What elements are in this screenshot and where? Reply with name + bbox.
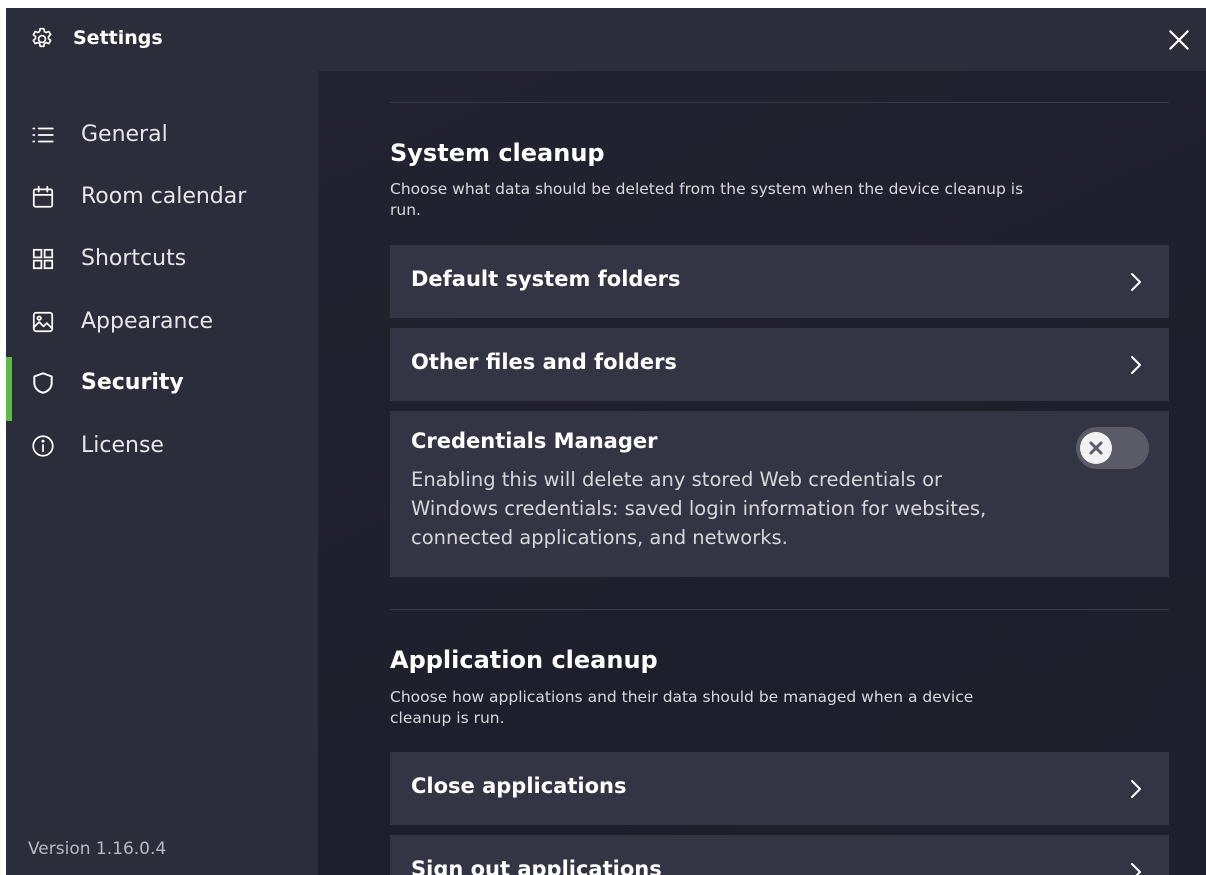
close-applications-card[interactable]: Close applications: [390, 752, 1169, 825]
main-content[interactable]: System cleanup Choose what data should b…: [318, 71, 1206, 875]
sidebar-item-label: Room calendar: [81, 184, 247, 209]
card-label: Other files and folders: [411, 350, 677, 374]
grid-icon: [32, 248, 54, 270]
credentials-manager-title: Credentials Manager: [411, 429, 658, 453]
shield-icon: [33, 372, 53, 394]
close-icon[interactable]: [1166, 27, 1192, 53]
sidebar-item-label: Appearance: [81, 309, 214, 334]
sidebar-item-license[interactable]: License: [6, 420, 318, 472]
image-icon: [32, 311, 54, 333]
application-cleanup-title: Application cleanup: [390, 646, 658, 674]
sidebar-item-label: Security: [81, 370, 184, 395]
sidebar-item-general[interactable]: General: [6, 109, 318, 161]
sidebar-item-label: General: [81, 122, 168, 147]
window-title: Settings: [73, 27, 163, 49]
application-cleanup-description: Choose how applications and their data s…: [390, 688, 974, 727]
list-icon: [32, 127, 54, 143]
chevron-right-icon: [1131, 863, 1141, 875]
card-label: Sign out applications: [411, 857, 662, 875]
chevron-right-icon: [1131, 273, 1141, 291]
chevron-right-icon: [1131, 780, 1141, 798]
credentials-manager-description: Enabling this will delete any stored Web…: [411, 468, 987, 549]
card-label: Default system folders: [411, 267, 681, 291]
sign-out-applications-card[interactable]: Sign out applications: [390, 835, 1169, 875]
sidebar-item-shortcuts[interactable]: Shortcuts: [6, 233, 318, 285]
credentials-manager-toggle[interactable]: [1076, 427, 1149, 469]
default-system-folders-card[interactable]: Default system folders: [390, 245, 1169, 318]
gear-icon: [32, 27, 52, 48]
active-indicator: [6, 357, 12, 421]
divider: [390, 102, 1169, 103]
sidebar-item-label: License: [81, 433, 164, 458]
version-label: Version 1.16.0.4: [28, 839, 167, 859]
card-label: Close applications: [411, 774, 627, 798]
divider: [390, 609, 1169, 610]
toggle-knob: [1080, 432, 1112, 464]
sidebar-item-security[interactable]: Security: [6, 357, 318, 421]
other-files-and-folders-card[interactable]: Other files and folders: [390, 328, 1169, 401]
sidebar-item-appearance[interactable]: Appearance: [6, 296, 318, 348]
sidebar-item-room-calendar[interactable]: Room calendar: [6, 171, 318, 223]
chevron-right-icon: [1131, 356, 1141, 374]
calendar-icon: [32, 185, 54, 208]
credentials-manager-card: Credentials Manager Enabling this will d…: [390, 411, 1169, 577]
x-icon: [1089, 441, 1103, 455]
title-bar: Settings: [6, 8, 1206, 71]
settings-window: Settings General Room calendar Shortcuts…: [6, 8, 1206, 875]
sidebar-item-label: Shortcuts: [81, 246, 187, 271]
system-cleanup-title: System cleanup: [390, 139, 605, 167]
info-icon: [32, 435, 54, 457]
system-cleanup-description: Choose what data should be deleted from …: [390, 180, 1024, 219]
sidebar: General Room calendar Shortcuts Appearan…: [6, 71, 318, 875]
